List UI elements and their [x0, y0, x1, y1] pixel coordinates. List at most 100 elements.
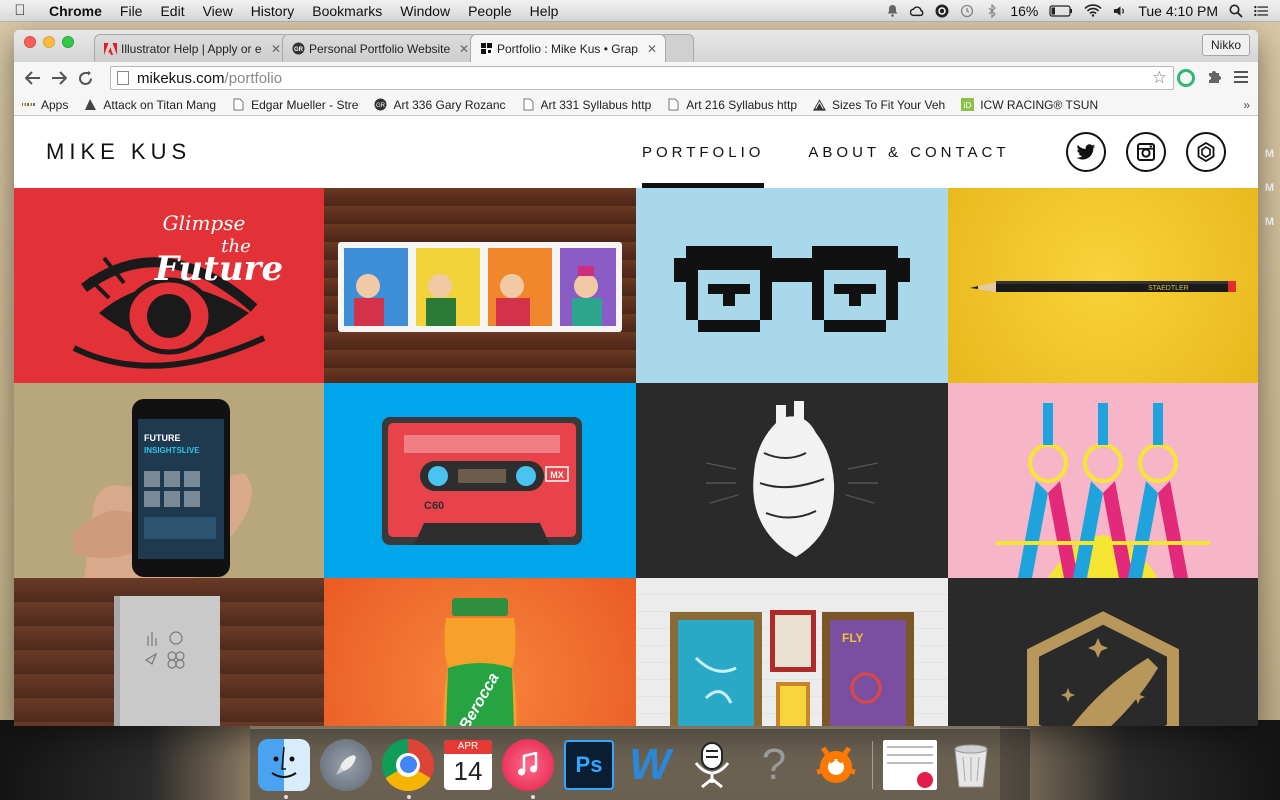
bookmark-star-icon[interactable]: ☆ — [1152, 68, 1167, 88]
notification-center-icon[interactable] — [1254, 4, 1268, 18]
heart-illustration — [705, 401, 879, 557]
tile-text: STAEDTLER — [1148, 285, 1189, 292]
bookmark-item[interactable]: GR Art 336 Gary Rozanc — [374, 98, 506, 112]
address-bar[interactable]: mikekus.com/portfolio ☆ — [110, 66, 1174, 90]
twitter-icon[interactable] — [1066, 132, 1106, 172]
menu-history[interactable]: History — [242, 3, 304, 19]
zoom-window-button[interactable] — [62, 36, 74, 48]
browser-toolbar: mikekus.com/portfolio ☆ — [14, 62, 1258, 94]
voice-app-icon[interactable] — [686, 739, 738, 791]
framed-prints-illustration: FLY — [670, 610, 914, 726]
forward-button[interactable] — [46, 65, 72, 91]
grammarly-extension-icon[interactable] — [1177, 69, 1195, 87]
menu-app-name[interactable]: Chrome — [40, 3, 111, 19]
grammarly-icon[interactable] — [935, 4, 949, 18]
close-window-button[interactable] — [24, 36, 36, 48]
book-illustration — [114, 596, 220, 726]
social-links — [1066, 132, 1226, 172]
tab-mike-kus-portfolio[interactable]: Portfolio : Mike Kus • Grap ✕ — [470, 34, 666, 62]
menu-help[interactable]: Help — [521, 3, 568, 19]
chrome-icon[interactable] — [382, 738, 434, 791]
close-tab-icon[interactable]: ✕ — [647, 42, 657, 56]
nav-portfolio[interactable]: PORTFOLIO — [642, 116, 765, 188]
launchpad-icon[interactable] — [320, 738, 372, 791]
menu-people[interactable]: People — [459, 3, 521, 19]
itunes-icon[interactable] — [502, 738, 554, 791]
portfolio-tile-framed-prints[interactable]: FLY — [636, 578, 948, 726]
menu-view[interactable]: View — [194, 3, 242, 19]
portfolio-tile-book[interactable] — [14, 578, 324, 726]
notification-bell-icon[interactable] — [885, 4, 899, 18]
bookmark-item[interactable]: iD ICW RACING® TSUN — [961, 98, 1098, 112]
portfolio-tile-rocket-badge[interactable] — [948, 578, 1258, 726]
trash-icon[interactable] — [947, 739, 995, 791]
portfolio-tile-typographic-heart[interactable] — [636, 383, 948, 578]
bookmarks-overflow-chevron-icon[interactable]: » — [1243, 98, 1250, 112]
svg-text:iD: iD — [964, 101, 972, 110]
volume-icon[interactable] — [1113, 4, 1127, 18]
back-button[interactable] — [20, 65, 46, 91]
minimize-window-button[interactable] — [43, 36, 55, 48]
desktop-wallpaper-figure-left — [0, 720, 250, 800]
desktop-icon-label-fragment: M — [1264, 182, 1274, 194]
documents-stack-icon[interactable] — [883, 739, 937, 790]
page-icon — [667, 98, 680, 111]
tile-text: MX — [550, 470, 564, 480]
bookmark-item[interactable]: Art 216 Syllabus http — [667, 98, 797, 112]
bookmark-item[interactable]: Edgar Mueller - Stre — [232, 98, 358, 112]
apple-menu-icon[interactable]:  — [0, 2, 40, 19]
nav-about-contact[interactable]: ABOUT & CONTACT — [808, 116, 1009, 188]
rocket-badge-illustration — [1027, 611, 1179, 726]
bluetooth-icon[interactable] — [985, 3, 999, 18]
tab-illustrator-help[interactable]: Illustrator Help | Apply or e ✕ — [94, 34, 290, 62]
bookmark-apps[interactable]: Apps — [21, 98, 68, 112]
finder-icon[interactable] — [258, 738, 310, 791]
instagram-icon[interactable] — [1126, 132, 1166, 172]
dock-separator — [872, 740, 873, 789]
creative-cloud-icon[interactable] — [910, 4, 924, 18]
photoshop-icon[interactable]: Ps — [564, 739, 614, 790]
portfolio-tile-stamps[interactable] — [324, 188, 636, 383]
portfolio-tile-cassette[interactable]: MX C60 — [324, 383, 636, 578]
pencil-illustration: STAEDTLER — [970, 281, 1236, 292]
bookmark-item[interactable]: Attack on Titan Mang — [84, 98, 216, 112]
avast-icon[interactable] — [810, 739, 862, 791]
apps-grid-icon — [21, 98, 36, 111]
phone-in-hand-illustration: FUTURE INSIGHTSLIVE — [74, 399, 252, 578]
wifi-icon[interactable] — [1084, 4, 1102, 18]
time-machine-icon[interactable] — [960, 4, 974, 18]
bookmark-item[interactable]: Sizes To Fit Your Veh — [813, 98, 945, 112]
menu-window[interactable]: Window — [391, 3, 459, 19]
dribbble-icon[interactable] — [1186, 132, 1226, 172]
menu-edit[interactable]: Edit — [151, 3, 193, 19]
close-tab-icon[interactable]: ✕ — [271, 42, 281, 56]
tab-personal-portfolio[interactable]: GR Personal Portfolio Website ✕ — [282, 34, 478, 62]
wunderlist-icon[interactable]: W — [624, 739, 676, 791]
bookmark-favicon-icon — [813, 98, 826, 111]
portfolio-tile-berocca[interactable]: Berocca — [324, 578, 636, 726]
portfolio-tile-compasses[interactable] — [948, 383, 1258, 578]
battery-icon[interactable] — [1049, 4, 1073, 18]
bookmark-item[interactable]: Art 331 Syllabus http — [522, 98, 651, 112]
extension-puzzle-icon[interactable] — [1207, 69, 1222, 88]
bookmark-favicon-icon — [84, 98, 97, 111]
tile-text: Future — [154, 249, 283, 289]
menu-bookmarks[interactable]: Bookmarks — [303, 3, 391, 19]
site-logo[interactable]: MIKE KUS — [46, 139, 191, 165]
spotlight-search-icon[interactable] — [1229, 4, 1243, 18]
unknown-app-question-icon[interactable]: ? — [748, 739, 800, 791]
calendar-icon[interactable]: APR 14 — [444, 739, 492, 790]
portfolio-tile-glimpse-the-future[interactable]: Glimpse the Future — [14, 188, 324, 383]
close-tab-icon[interactable]: ✕ — [459, 42, 469, 56]
menu-file[interactable]: File — [111, 3, 152, 19]
portfolio-tile-future-insights[interactable]: FUTURE INSIGHTSLIVE — [14, 383, 324, 578]
reload-button[interactable] — [72, 65, 98, 91]
portfolio-tile-pixel-glasses[interactable] — [636, 188, 948, 383]
page-info-icon[interactable] — [117, 71, 129, 85]
portfolio-tile-staedtler-pencil[interactable]: STAEDTLER — [948, 188, 1258, 383]
menubar-clock[interactable]: Tue 4:10 PM — [1138, 3, 1218, 19]
url-path: /portfolio — [224, 69, 283, 87]
profile-button[interactable]: Nikko — [1201, 34, 1250, 56]
chrome-menu-icon[interactable] — [1234, 68, 1248, 88]
running-indicator — [284, 795, 288, 799]
